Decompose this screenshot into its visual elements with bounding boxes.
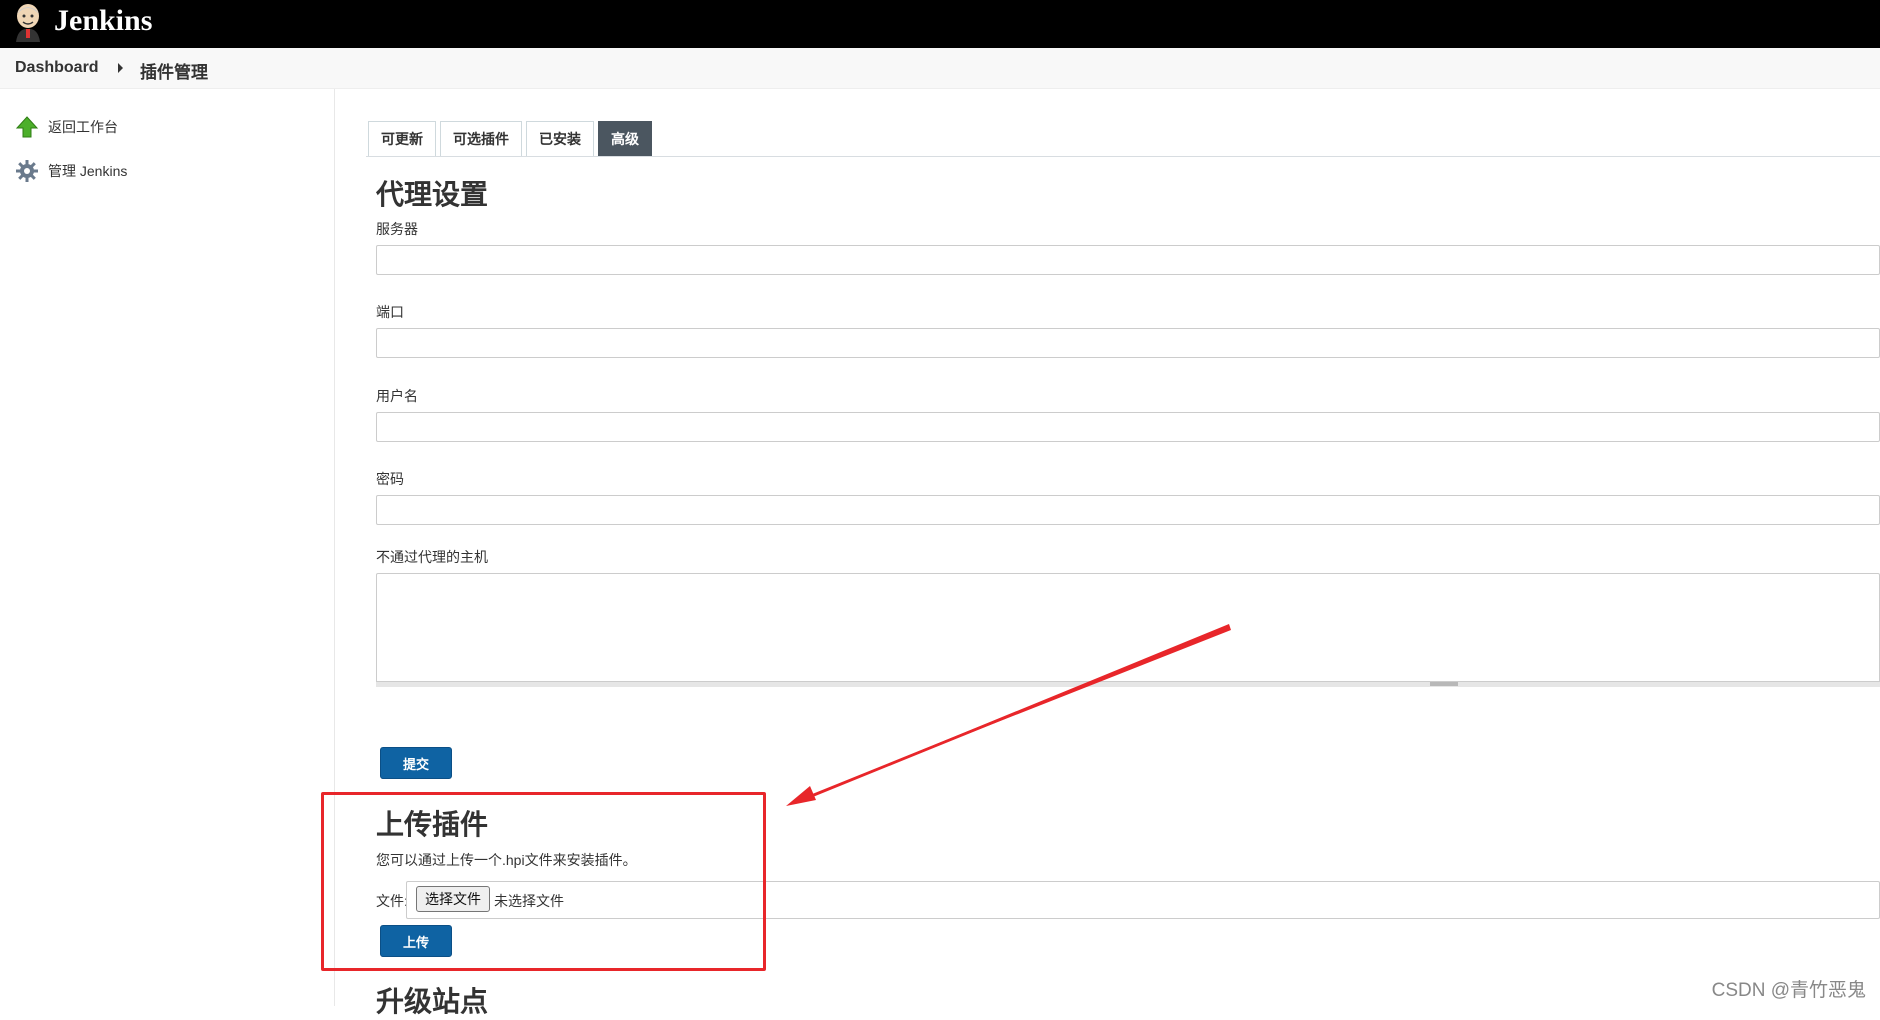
watermark: CSDN @青竹恶鬼	[1711, 980, 1866, 1001]
annotation-arrow-icon	[786, 624, 1231, 806]
